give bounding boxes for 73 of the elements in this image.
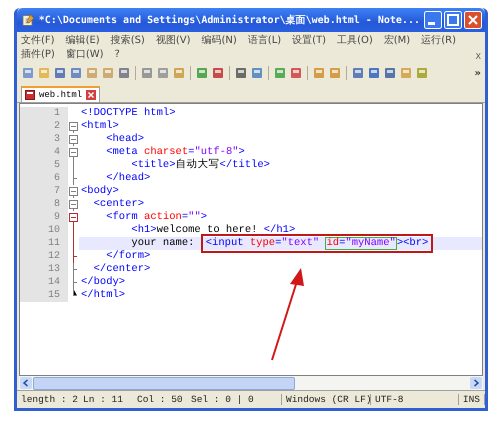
menu-item[interactable]: 插件(P) <box>21 48 55 61</box>
window-title: *C:\Documents and Settings\Administrator\桌面\web.html - Note... <box>38 14 420 27</box>
line-number: 11 <box>20 237 68 250</box>
code-text: <head> <box>105 133 144 146</box>
code-text: <form action=""> <box>105 211 208 224</box>
line-number: 4 <box>20 146 68 159</box>
maximize-icon[interactable] <box>444 11 462 29</box>
menu-item[interactable]: 文件(F) <box>21 34 55 47</box>
line-number: 3 <box>20 133 68 146</box>
code-text: </body> <box>81 276 126 289</box>
scroll-right-icon[interactable] <box>470 377 482 389</box>
line-number: 9 <box>20 211 68 224</box>
line-number: 2 <box>20 120 68 133</box>
close-icon[interactable] <box>464 11 482 29</box>
line-number: 12 <box>20 250 68 263</box>
line-number: 5 <box>20 159 68 172</box>
line-number: 6 <box>20 172 68 185</box>
code-text: <html> <box>81 120 119 133</box>
close-document-mark[interactable]: X <box>476 52 481 61</box>
menu-item[interactable]: 设置(T) <box>292 34 326 47</box>
menu-item[interactable]: 运行(R) <box>421 34 456 47</box>
line-number: 13 <box>20 263 68 276</box>
status-field: Ln : 11 <box>79 394 133 405</box>
code-text: <center> <box>92 198 144 211</box>
horizontal-scrollbar[interactable] <box>19 376 483 390</box>
status-field: Col : 50 <box>133 394 187 405</box>
scroll-thumb[interactable] <box>33 376 295 390</box>
menu-item[interactable]: 宏(M) <box>384 34 410 47</box>
menu-item[interactable]: 编码(N) <box>202 34 237 47</box>
line-number: 10 <box>20 224 68 237</box>
file-icon <box>25 90 35 100</box>
line-number: 7 <box>20 185 68 198</box>
code-text: ><br> <box>396 238 428 249</box>
code-text: <h1>welcome to here! </h1> <box>130 224 296 237</box>
fold-box-icon <box>68 198 79 211</box>
code-text: your name: <box>130 237 196 250</box>
code-text: </head> <box>105 172 150 185</box>
line-number: 15 <box>20 289 68 302</box>
code-text: <meta charset="utf-8"> <box>105 146 245 158</box>
code-text: </html> <box>81 289 126 302</box>
status-field: UTF-8 <box>370 394 453 405</box>
menu-item[interactable]: 编辑(E) <box>66 34 100 47</box>
file-tab[interactable]: web.html <box>21 86 100 102</box>
menu-item[interactable]: 视图(V) <box>156 34 190 47</box>
status-field: length : 2 <box>17 394 79 405</box>
line-number: 1 <box>20 107 68 120</box>
menu-item[interactable]: ? <box>114 48 120 61</box>
fold-box-icon <box>68 211 79 224</box>
menu-item[interactable]: 窗口(W) <box>66 48 104 61</box>
status-field: Windows (CR LF) <box>281 394 370 405</box>
close-icon[interactable] <box>86 90 96 100</box>
fold-box-icon <box>68 146 79 159</box>
minimize-icon[interactable] <box>424 11 442 29</box>
menu-item[interactable]: 搜索(S) <box>110 34 145 47</box>
code-text: </form> <box>105 250 150 263</box>
line-number: 14 <box>20 276 68 289</box>
fold-box-icon <box>68 120 79 133</box>
line-number: 8 <box>20 198 68 211</box>
code-text: </center> <box>92 263 150 276</box>
status-field: INS <box>458 394 485 405</box>
fold-box-icon <box>68 185 79 198</box>
toolbar-overflow[interactable]: » <box>474 68 481 78</box>
menu-item[interactable]: 工具(O) <box>337 34 373 47</box>
menu-item[interactable]: 语言(L) <box>248 34 282 47</box>
fold-box-icon <box>68 133 79 146</box>
code-text: <body> <box>81 185 119 198</box>
code-text: <input type="text" <box>206 238 320 249</box>
code-text: <!DOCTYPE html> <box>81 107 176 120</box>
scroll-left-icon[interactable] <box>20 377 32 389</box>
notepad-icon <box>22 13 35 27</box>
match-highlight: id="myName" <box>325 237 397 250</box>
status-field: Sel : 0 | 0 <box>187 394 281 405</box>
code-text: <title>自动大写</title> <box>130 159 270 172</box>
